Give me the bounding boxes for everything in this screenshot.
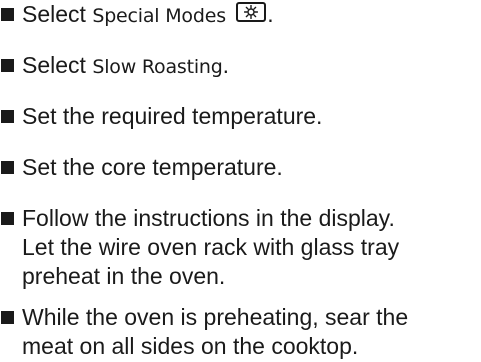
slow-roasting-label: Slow Roasting [92,56,223,78]
step-text: Set the core temperature. [22,154,283,180]
step-text-line-1: Follow the instructions in the display. [22,205,395,231]
step-text-line-2: Let the wire oven rack with glass tray [22,234,400,260]
step-suffix: . [267,1,274,27]
bullet-square-icon [1,212,14,225]
special-modes-icon [236,2,267,22]
step-text-line-3: preheat in the oven. [22,263,226,289]
bullet-square-icon [1,59,14,72]
bullet-square-icon [1,161,14,174]
bullet-square-icon [1,8,14,21]
step-prefix: Select [22,1,86,27]
step-text-line-2: meat on all sides on the cooktop. [22,333,359,359]
special-modes-label: Special Modes [92,5,226,27]
step-text: Select Slow Roasting. [22,51,477,81]
bullet-square-icon [1,110,14,123]
step-suffix: . [222,52,230,78]
bullet-square-icon [1,311,14,324]
step-prefix: Select [22,52,86,78]
step-text: Set the required temperature. [22,103,323,129]
step-text: Select Special Modes . [22,0,477,30]
step-text-line-1: While the oven is preheating, sear the [22,304,409,330]
